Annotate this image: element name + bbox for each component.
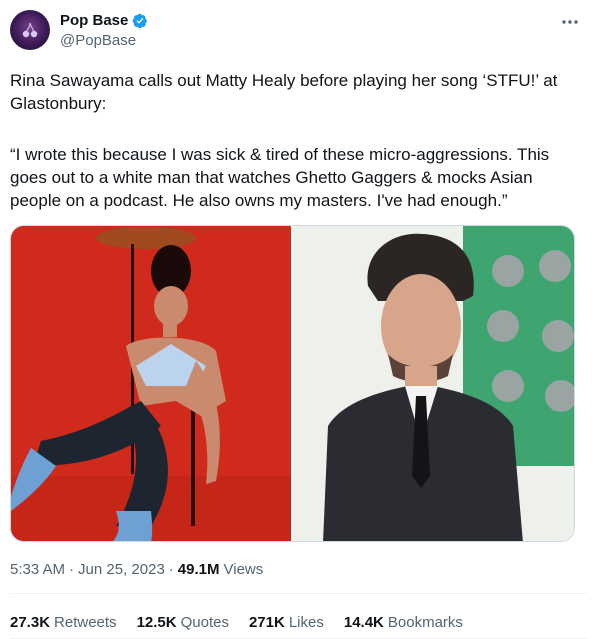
- likes-label: Likes: [288, 614, 324, 631]
- tweet-time[interactable]: 5:33 AM: [10, 561, 65, 578]
- photo-left-illustration: [11, 226, 291, 541]
- meta-separator: ·: [69, 561, 75, 578]
- author-handle[interactable]: @PopBase: [60, 32, 136, 49]
- photo-rina-sawayama[interactable]: [11, 226, 291, 541]
- likes-count: 271K: [248, 614, 285, 631]
- author-name-row: Pop Base: [60, 12, 148, 29]
- tweet-card: Pop Base @PopBase Rina Sawayama calls ou…: [0, 0, 597, 639]
- more-options-icon[interactable]: [559, 13, 581, 31]
- tweet-date[interactable]: Jun 25, 2023: [78, 561, 165, 578]
- bookmarks-count: 14.4K: [343, 614, 384, 631]
- verified-badge-icon: [132, 13, 148, 28]
- avatar[interactable]: [10, 10, 50, 50]
- tweet-metadata: 5:33 AM · Jun 25, 2023 · 49.1M Views: [10, 561, 263, 578]
- tweet-media[interactable]: [10, 225, 575, 542]
- tweet-text-intro: Rina Sawayama calls out Matty Healy befo…: [10, 71, 558, 113]
- photo-matty-healy[interactable]: [293, 226, 574, 541]
- engagement-stats: 27.3K Retweets 12.5K Quotes 271K Likes 1…: [10, 614, 463, 631]
- tweet-header: Pop Base @PopBase: [10, 9, 587, 51]
- author-display-name[interactable]: Pop Base: [60, 12, 128, 29]
- bookmarks-label: Bookmarks: [387, 614, 463, 631]
- cherry-logo-icon: [22, 22, 38, 38]
- views-count: 49.1M: [177, 561, 220, 578]
- retweets-count: 27.3K: [10, 614, 51, 631]
- retweets-label: Retweets: [54, 614, 117, 631]
- divider: [10, 593, 587, 594]
- views-label: Views: [223, 561, 264, 578]
- photo-right-illustration: [293, 226, 574, 541]
- bookmarks-stat[interactable]: 14.4K Bookmarks: [344, 614, 463, 631]
- quotes-label: Quotes: [180, 614, 229, 631]
- likes-stat[interactable]: 271K Likes: [249, 614, 324, 631]
- tweet-text-quote: “I wrote this because I was sick & tired…: [10, 145, 550, 210]
- quotes-count: 12.5K: [136, 614, 177, 631]
- meta-separator: ·: [168, 561, 174, 578]
- quotes-stat[interactable]: 12.5K Quotes: [137, 614, 229, 631]
- retweets-stat[interactable]: 27.3K Retweets: [10, 614, 117, 631]
